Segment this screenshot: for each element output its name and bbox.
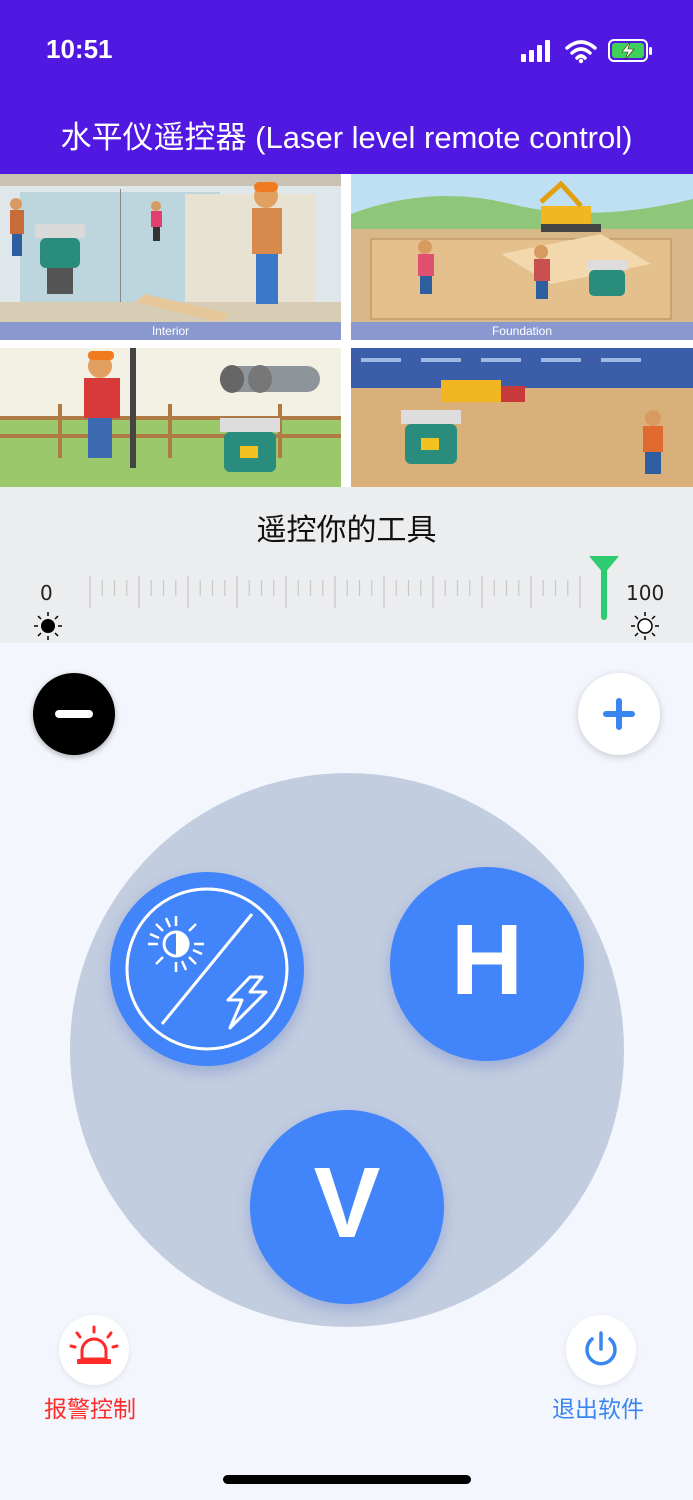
exit-app-button[interactable] xyxy=(566,1315,636,1385)
home-indicator xyxy=(223,1475,471,1484)
tile-caption: Foundation xyxy=(351,322,693,340)
plus-icon xyxy=(603,698,635,730)
alarm-control-button[interactable] xyxy=(59,1315,129,1385)
alarm-light-icon xyxy=(69,1325,119,1364)
sun-dim-icon xyxy=(34,612,62,640)
wifi-icon xyxy=(565,40,597,64)
decrease-button[interactable] xyxy=(33,673,115,755)
scale-max-label: 100 xyxy=(626,581,665,605)
status-bar: 10:51 xyxy=(0,0,693,100)
power-icon xyxy=(585,1331,617,1366)
banner-tile-stadium xyxy=(351,348,693,487)
outdoor-mode-button[interactable] xyxy=(110,872,304,1066)
vertical-mode-label: V xyxy=(313,1147,381,1259)
panel-title: 遥控你的工具 xyxy=(256,513,437,548)
brightness-panel: 遥控你的工具 0 100 xyxy=(0,487,693,643)
fence-illustration xyxy=(0,348,341,487)
battery-charging-icon xyxy=(608,39,652,62)
app-title: 水平仪遥控器 (Laser level remote control) xyxy=(60,120,633,155)
status-icons xyxy=(521,39,652,64)
usage-illustration-banner: Interior Foundation xyxy=(0,174,693,487)
stadium-illustration xyxy=(351,348,693,487)
banner-tile-foundation: Foundation xyxy=(351,174,693,340)
status-time: 10:51 xyxy=(46,34,113,64)
vertical-mode-button[interactable]: V xyxy=(250,1110,444,1304)
increase-button[interactable] xyxy=(578,673,660,755)
brightness-slider-track[interactable] xyxy=(85,572,585,612)
foundation-illustration xyxy=(351,174,693,340)
scale-min-label: 0 xyxy=(40,581,53,605)
alarm-control-label[interactable]: 报警控制 xyxy=(44,1390,136,1424)
sun-lightning-icon xyxy=(125,887,289,1051)
signal-icon xyxy=(521,40,550,62)
banner-tile-interior: Interior xyxy=(0,174,341,340)
tile-caption: Interior xyxy=(0,322,341,340)
interior-illustration xyxy=(0,174,341,340)
horizontal-mode-label: H xyxy=(450,904,524,1016)
banner-tile-fence xyxy=(0,348,341,487)
sun-bright-icon xyxy=(631,612,659,640)
exit-app-label[interactable]: 退出软件 xyxy=(552,1390,644,1424)
horizontal-mode-button[interactable]: H xyxy=(390,867,584,1061)
app-bar: 水平仪遥控器 (Laser level remote control) xyxy=(0,100,693,174)
brightness-slider-thumb[interactable] xyxy=(587,556,621,622)
